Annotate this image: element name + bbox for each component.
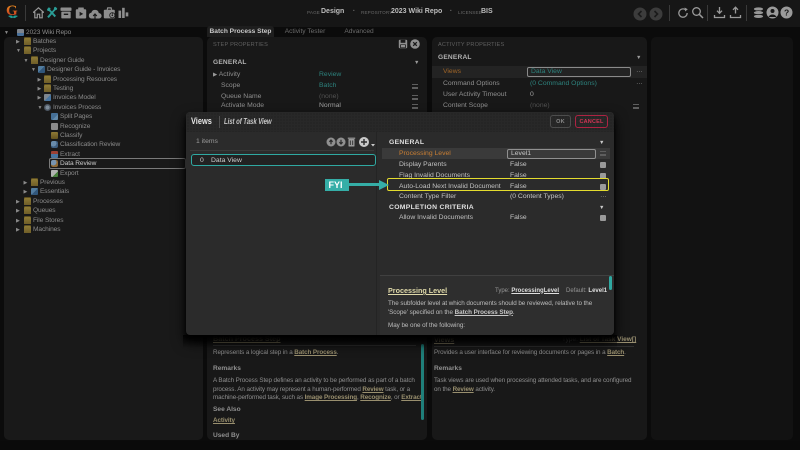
svg-text:?: ? [784,8,789,18]
